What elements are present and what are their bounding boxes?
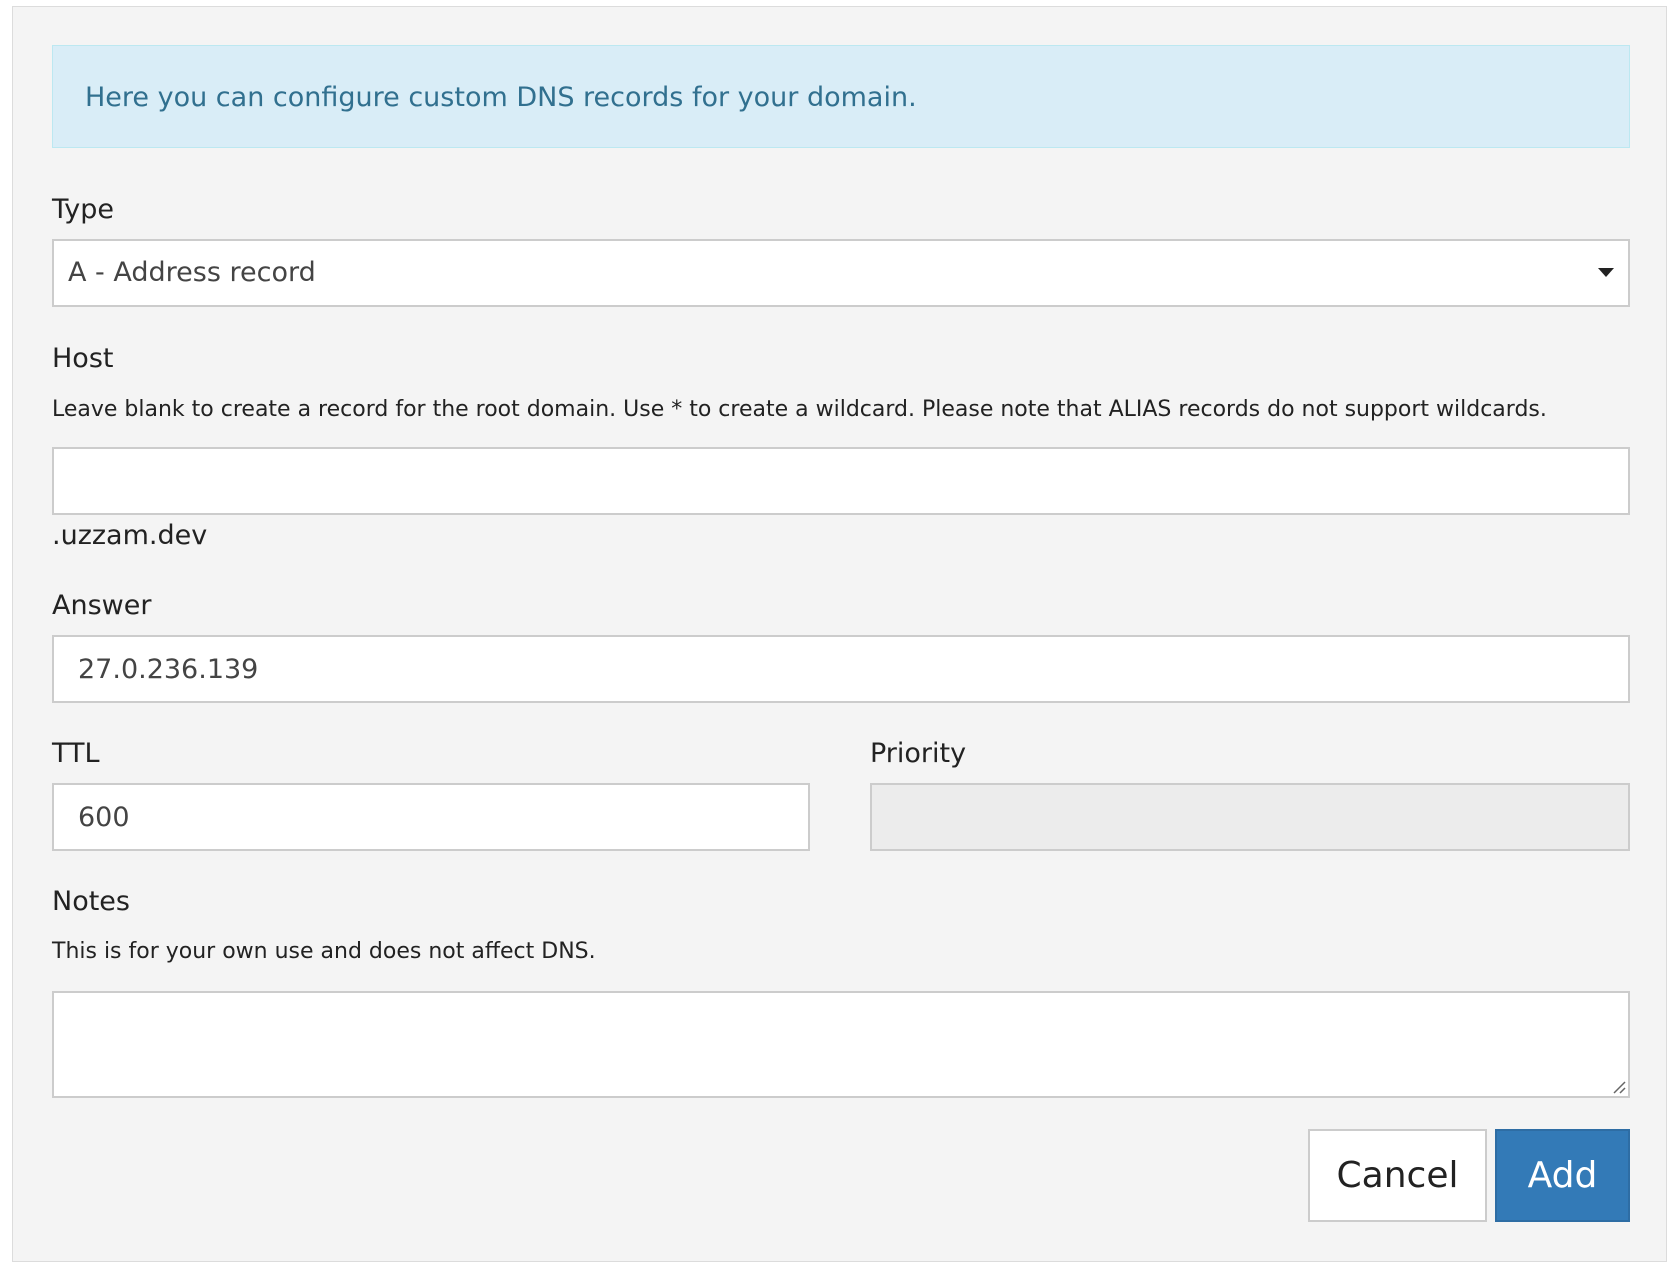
- host-label: Host: [52, 343, 114, 374]
- notes-textarea-wrap: [52, 991, 1630, 1098]
- add-button[interactable]: Add: [1495, 1129, 1630, 1222]
- priority-input: [870, 783, 1630, 851]
- info-alert-text: Here you can configure custom DNS record…: [85, 82, 917, 113]
- host-input[interactable]: [52, 447, 1630, 515]
- ttl-label: TTL: [52, 738, 100, 769]
- cancel-button[interactable]: Cancel: [1308, 1129, 1487, 1222]
- type-select-value: A - Address record: [68, 257, 316, 288]
- answer-input[interactable]: [52, 635, 1630, 703]
- resize-grip-icon[interactable]: [1610, 1078, 1626, 1094]
- type-select[interactable]: A - Address record: [52, 239, 1630, 307]
- ttl-input[interactable]: [52, 783, 810, 851]
- info-alert: Here you can configure custom DNS record…: [52, 45, 1630, 148]
- host-help-text: Leave blank to create a record for the r…: [52, 397, 1547, 422]
- type-label: Type: [52, 194, 115, 225]
- caret-down-icon: [1598, 268, 1614, 277]
- host-domain-suffix: .uzzam.dev: [52, 520, 208, 551]
- notes-label: Notes: [52, 886, 130, 917]
- priority-label: Priority: [870, 738, 967, 769]
- answer-label: Answer: [52, 590, 152, 621]
- notes-textarea[interactable]: [52, 991, 1630, 1098]
- notes-help-text: This is for your own use and does not af…: [52, 939, 596, 964]
